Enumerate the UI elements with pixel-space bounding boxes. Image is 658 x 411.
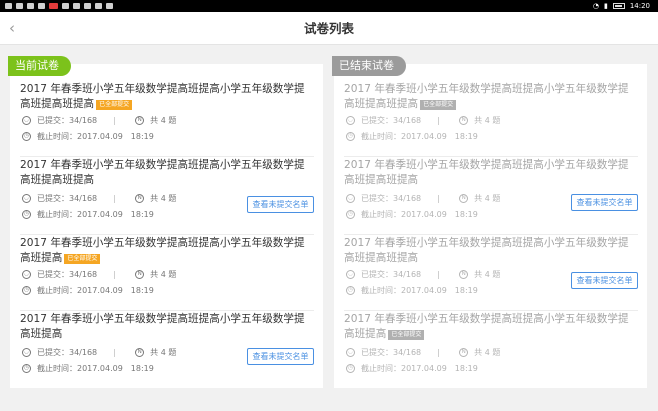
notification-icon [95,3,102,9]
all-submitted-badge: 已全部提交 [96,100,133,110]
exam-list-item[interactable]: 2017 年春季班小学五年级数学提高班提高小学五年级数学提高班提高 ◡ 已提交：3… [20,312,314,382]
exam-deadline-row: ◷ 截止时间：2017.04.09 18:19 [346,363,478,374]
view-unsubmitted-button[interactable]: 查看未提交名单 [247,348,314,365]
exam-list-item[interactable]: 2017 年春季班小学五年级数学提高班提高小学五年级数学提高班提高班提高 已全部提… [344,82,638,157]
exam-title: 2017 年春季班小学五年级数学提高班提高小学五年级数学提高班提高班提高 [344,159,629,186]
exam-submission-row: ◡ 已提交：34/168 N 共 4 题 [22,269,176,280]
ended-exams-tag: 已结束试卷 [332,56,406,76]
exam-deadline-row: ◷ 截止时间：2017.04.09 18:19 [346,285,478,296]
exam-title: 2017 年春季班小学五年级数学提高班提高小学五年级数学提高班提高 已全部提交 [20,237,305,264]
exam-deadline-row: ◷ 截止时间：2017.04.09 18:19 [22,131,154,142]
notification-icon [106,3,113,9]
notification-icon [62,3,69,9]
notification-icon [73,3,80,9]
view-unsubmitted-button[interactable]: 查看未提交名单 [571,272,638,289]
notification-icon [49,3,58,9]
divider [438,116,440,125]
exam-deadline-row: ◷ 截止时间：2017.04.09 18:19 [346,131,478,142]
battery-icon [612,3,625,9]
notification-icon [16,3,23,9]
ended-exams-panel: 已结束试卷 2017 年春季班小学五年级数学提高班提高小学五年级数学提高班提高班… [332,56,647,388]
exam-list-item[interactable]: 2017 年春季班小学五年级数学提高班提高小学五年级数学提高班提高班提高 已全部提… [20,82,314,157]
exam-deadline-row: ◷ 截止时间：2017.04.09 18:19 [22,209,154,220]
all-submitted-badge: 已全部提交 [64,254,101,264]
n-circle-icon: N [135,194,145,203]
exam-deadline-row: ◷ 截止时间：2017.04.09 18:19 [22,285,154,296]
status-icons [5,0,113,12]
clock-icon: ◷ [346,132,355,141]
person-circle-icon: ◡ [22,116,31,125]
exam-deadline-row: ◷ 截止时间：2017.04.09 18:19 [22,363,154,374]
nav-bar: ‹ 试卷列表 [0,12,658,45]
wifi-icon: ◔ [592,2,599,10]
status-bar: ◔ ▮ 14:20 [0,0,658,12]
exam-list-item[interactable]: 2017 年春季班小学五年级数学提高班提高小学五年级数学提高班提高班提高 ◡ 已提… [344,158,638,235]
exam-title: 2017 年春季班小学五年级数学提高班提高小学五年级数学提高班提高 已全部提交 [344,313,629,340]
view-unsubmitted-button[interactable]: 查看未提交名单 [247,196,314,213]
person-circle-icon: ◡ [346,270,355,279]
person-circle-icon: ◡ [22,194,31,203]
all-submitted-badge: 已全部提交 [420,100,457,110]
divider [114,116,116,125]
exam-submission-row: ◡ 已提交：34/168 N 共 4 题 [346,269,500,280]
n-circle-icon: N [459,270,469,279]
exam-title: 2017 年春季班小学五年级数学提高班提高小学五年级数学提高班提高班提高 已全部提… [20,83,305,110]
divider [438,194,440,203]
clock-icon: ◷ [22,286,31,295]
page-title: 试卷列表 [303,21,354,36]
status-time: 14:20 [629,2,650,10]
exam-submission-row: ◡ 已提交：34/168 N 共 4 题 [346,347,500,358]
divider [114,348,116,357]
divider [438,270,440,279]
clock-icon: ◷ [346,210,355,219]
exam-title: 2017 年春季班小学五年级数学提高班提高小学五年级数学提高班提高班提高 已全部提… [344,83,629,110]
all-submitted-badge: 已全部提交 [388,330,425,340]
n-circle-icon: N [459,194,469,203]
person-circle-icon: ◡ [346,194,355,203]
current-exams-tag: 当前试卷 [8,56,71,76]
exam-title: 2017 年春季班小学五年级数学提高班提高小学五年级数学提高班提高班提高 [20,159,305,186]
n-circle-icon: N [135,348,145,357]
view-unsubmitted-button[interactable]: 查看未提交名单 [571,194,638,211]
divider [114,270,116,279]
clock-icon: ◷ [22,132,31,141]
exam-list-item[interactable]: 2017 年春季班小学五年级数学提高班提高小学五年级数学提高班提高班提高 ◡ 已提… [344,236,638,311]
clock-icon: ◷ [22,210,31,219]
exam-submission-row: ◡ 已提交：34/168 N 共 4 题 [346,115,500,126]
clock-icon: ◷ [346,364,355,373]
person-circle-icon: ◡ [346,116,355,125]
signal-icon: ▮ [603,2,608,10]
divider [438,348,440,357]
clock-icon: ◷ [346,286,355,295]
notification-icon [27,3,34,9]
person-circle-icon: ◡ [22,348,31,357]
notification-icon [38,3,45,9]
exam-deadline-row: ◷ 截止时间：2017.04.09 18:19 [346,209,478,220]
exam-title: 2017 年春季班小学五年级数学提高班提高小学五年级数学提高班提高班提高 [344,237,629,264]
person-circle-icon: ◡ [22,270,31,279]
n-circle-icon: N [459,116,469,125]
n-circle-icon: N [459,348,469,357]
clock-icon: ◷ [22,364,31,373]
n-circle-icon: N [135,116,145,125]
exam-title: 2017 年春季班小学五年级数学提高班提高小学五年级数学提高班提高 [20,313,305,340]
person-circle-icon: ◡ [346,348,355,357]
exam-submission-row: ◡ 已提交：34/168 N 共 4 题 [346,193,500,204]
exam-list-item[interactable]: 2017 年春季班小学五年级数学提高班提高小学五年级数学提高班提高班提高 ◡ 已提… [20,158,314,235]
n-circle-icon: N [135,270,145,279]
notification-icon [84,3,91,9]
divider [114,194,116,203]
current-exams-panel: 当前试卷 2017 年春季班小学五年级数学提高班提高小学五年级数学提高班提高班提… [8,56,323,388]
exam-list-item[interactable]: 2017 年春季班小学五年级数学提高班提高小学五年级数学提高班提高 已全部提交 ◡… [20,236,314,311]
exam-list-item[interactable]: 2017 年春季班小学五年级数学提高班提高小学五年级数学提高班提高 已全部提交 ◡… [344,312,638,382]
exam-submission-row: ◡ 已提交：34/168 N 共 4 题 [22,193,176,204]
notification-icon [5,3,12,9]
exam-submission-row: ◡ 已提交：34/168 N 共 4 题 [22,115,176,126]
exam-submission-row: ◡ 已提交：34/168 N 共 4 题 [22,347,176,358]
